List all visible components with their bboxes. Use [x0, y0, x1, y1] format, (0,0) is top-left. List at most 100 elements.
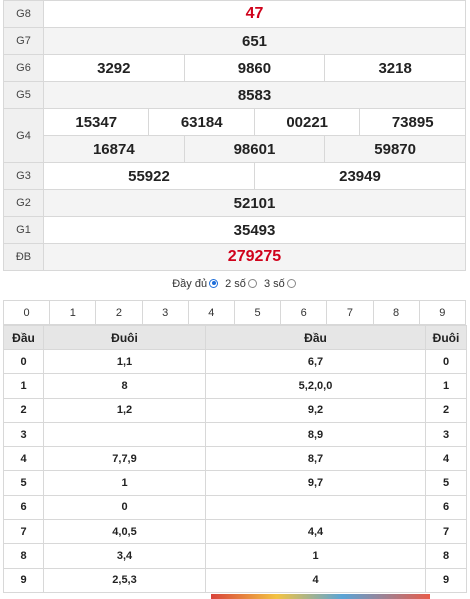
ad-banner-strip[interactable]: [211, 594, 430, 599]
duoi-digit: 9: [425, 567, 467, 593]
duoi-digit: 5: [425, 470, 467, 496]
digit-cell[interactable]: 7: [326, 300, 374, 325]
loto-row: 3 8,9 3: [3, 421, 467, 448]
prize-row-g6: G6 3292 9860 3218: [3, 54, 466, 82]
prize-value: 98601: [183, 135, 326, 163]
filter-full-radio[interactable]: [209, 278, 219, 288]
dau-digit: 3: [3, 421, 44, 448]
prize-value: 63184: [148, 108, 255, 136]
filter-two-label: 2 số: [225, 278, 246, 290]
duoi-digit: 0: [425, 348, 467, 375]
prize-row-g4a: G4 15347 63184 00221 73895: [3, 108, 466, 163]
duoi-values: 4,0,5: [43, 519, 206, 545]
prize-value: 15347: [42, 108, 150, 136]
loto-row: 7 4,0,5 4,4 7: [3, 519, 467, 545]
prize-row-g4b: 16874 98601 59870: [4, 135, 466, 163]
duoi-values: 2,5,3: [43, 567, 206, 593]
digit-cell[interactable]: 5: [233, 300, 282, 325]
prize-label: G8: [3, 0, 44, 28]
prize-value: 55922: [43, 162, 255, 190]
duoi-values: 7,7,9: [43, 446, 206, 472]
filter-three-radio[interactable]: [286, 278, 296, 288]
header-dau-right: Đầu: [205, 325, 426, 350]
digit-cell[interactable]: 8: [372, 300, 420, 325]
prize-value: 9860: [183, 54, 326, 82]
duoi-values: 8: [43, 373, 206, 399]
loto-row: 8 3,4 1 8: [3, 543, 467, 569]
prize-label: G1: [3, 216, 44, 244]
prize-value: 651: [43, 27, 466, 55]
prize-value: 59870: [324, 135, 466, 163]
digit-cell[interactable]: 3: [141, 300, 189, 325]
loto-row: 606: [3, 494, 467, 521]
prize-label: G7: [3, 27, 44, 55]
filter-full-option[interactable]: Đầy đủ: [172, 278, 220, 290]
header-duoi-right: Đuôi: [425, 325, 467, 350]
header-duoi-left: Đuôi: [43, 325, 206, 350]
dau-values: 9,2: [205, 397, 426, 423]
prize-row-g2: G2 52101: [3, 189, 466, 217]
dau-values: 4,4: [205, 519, 426, 545]
duoi-digit: 6: [425, 494, 467, 521]
digit-cell[interactable]: 1: [49, 300, 97, 325]
duoi-values: [43, 421, 206, 448]
dau-digit: 6: [3, 494, 44, 521]
digit-cell[interactable]: 2: [95, 300, 143, 325]
dau-values: 5,2,0,0: [205, 373, 426, 399]
filter-full-label: Đầy đủ: [172, 278, 208, 290]
duoi-values: 3,4: [43, 543, 206, 569]
prize-row-db: ĐB 279275: [3, 243, 466, 271]
dau-values: 4: [205, 567, 426, 593]
duoi-digit: 7: [425, 519, 467, 545]
filter-two-radio[interactable]: [247, 278, 257, 288]
loto-row: 0 1,1 6,7 0: [3, 348, 467, 375]
digit-cell[interactable]: 0: [2, 300, 51, 325]
prize-row-g7: G7 651: [3, 27, 466, 55]
prize-label: G5: [3, 81, 44, 109]
duoi-digit: 4: [425, 446, 467, 472]
duoi-values: 1,1: [43, 348, 206, 375]
dau-digit: 7: [3, 519, 44, 545]
prize-value: 8583: [43, 81, 466, 109]
dau-digit: 9: [3, 567, 44, 593]
prize-label: G3: [3, 162, 44, 190]
duoi-values: 1,2: [43, 397, 206, 423]
prize-label: G6: [3, 54, 44, 82]
loto-table: Đầu Đuôi Đầu Đuôi 0 1,1 6,7 0 1 8 5,2,0,0 1 21…: [3, 325, 467, 593]
digit-cell[interactable]: 9: [418, 300, 467, 325]
dau-values: 9,7: [205, 470, 426, 496]
digit-selector: 0 1 2 3 4 5 6 7 8 9: [2, 300, 467, 325]
dau-values: 8,9: [205, 421, 426, 448]
dau-values: 1: [205, 543, 426, 569]
prize-value: 16874: [43, 135, 185, 163]
dau-digit: 5: [3, 470, 44, 496]
dau-digit: 1: [3, 373, 44, 399]
duoi-digit: 8: [425, 543, 467, 569]
dau-digit: 8: [3, 543, 44, 569]
filter-three-option[interactable]: 3 số: [264, 278, 298, 290]
duoi-values: 1: [43, 470, 206, 496]
dau-values: 8,7: [205, 446, 426, 472]
prize-label: ĐB: [3, 243, 44, 271]
prize-value: 23949: [253, 162, 467, 190]
dau-digit: 2: [3, 397, 44, 423]
prize-value: 3218: [324, 54, 466, 82]
digit-cell[interactable]: 4: [187, 300, 235, 325]
prize-value: 73895: [359, 108, 466, 136]
results-table: G8 47 G7 651 G6 3292 9860 3218 G5 8583 G…: [3, 0, 467, 271]
loto-row: 2 1,2 9,2 2: [3, 397, 467, 423]
digit-cell[interactable]: 6: [280, 300, 328, 325]
dau-digit: 4: [3, 446, 44, 472]
prize-row-g8: G8 47: [3, 0, 466, 28]
dau-values: 6,7: [205, 348, 426, 375]
prize-row-g3: G3 55922 23949: [3, 162, 467, 190]
duoi-digit: 3: [425, 421, 467, 448]
prize-label: G2: [3, 189, 44, 217]
header-dau-left: Đầu: [3, 325, 44, 350]
filter-two-option[interactable]: 2 số: [225, 278, 259, 290]
duoi-digit: 2: [425, 397, 467, 423]
prize-row-g5: G5 8583: [3, 81, 466, 109]
loto-row: 1 8 5,2,0,0 1: [3, 373, 467, 399]
special-prize-value: 279275: [43, 243, 466, 271]
prize-value: 00221: [253, 108, 361, 136]
